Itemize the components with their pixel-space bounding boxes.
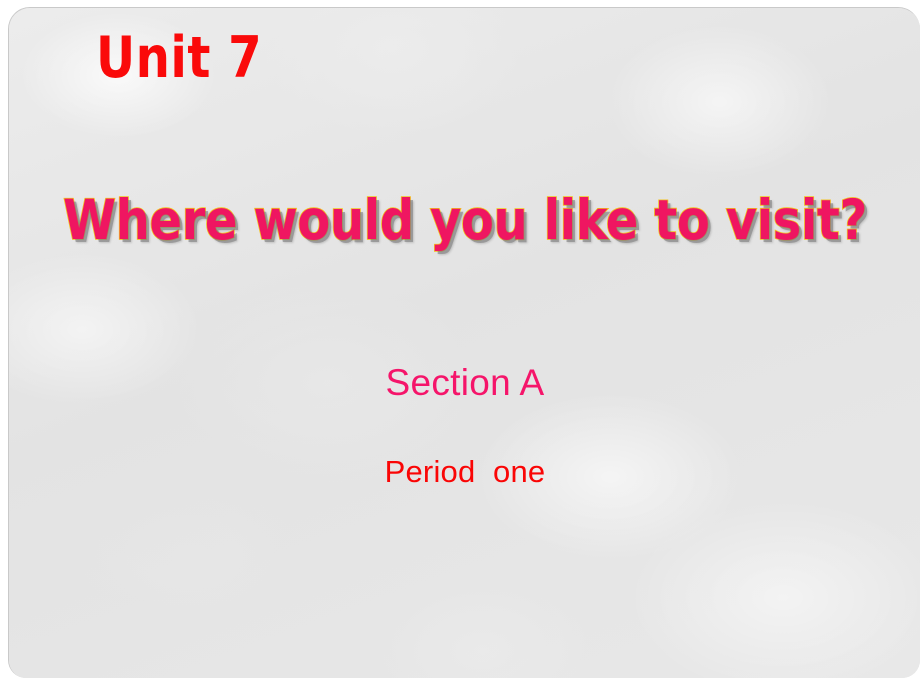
presentation-slide-frame: Unit 7 Where would you like to visit? Se… [0, 0, 920, 690]
slide-canvas: Unit 7 Where would you like to visit? Se… [8, 7, 920, 678]
slide-content: Unit 7 Where would you like to visit? Se… [9, 8, 920, 678]
period-label: Period one [384, 454, 546, 489]
unit-heading: Unit 7 [96, 25, 263, 91]
section-label: Section A [385, 362, 545, 403]
slide-main-title: Where would you like to visit? [62, 187, 868, 252]
